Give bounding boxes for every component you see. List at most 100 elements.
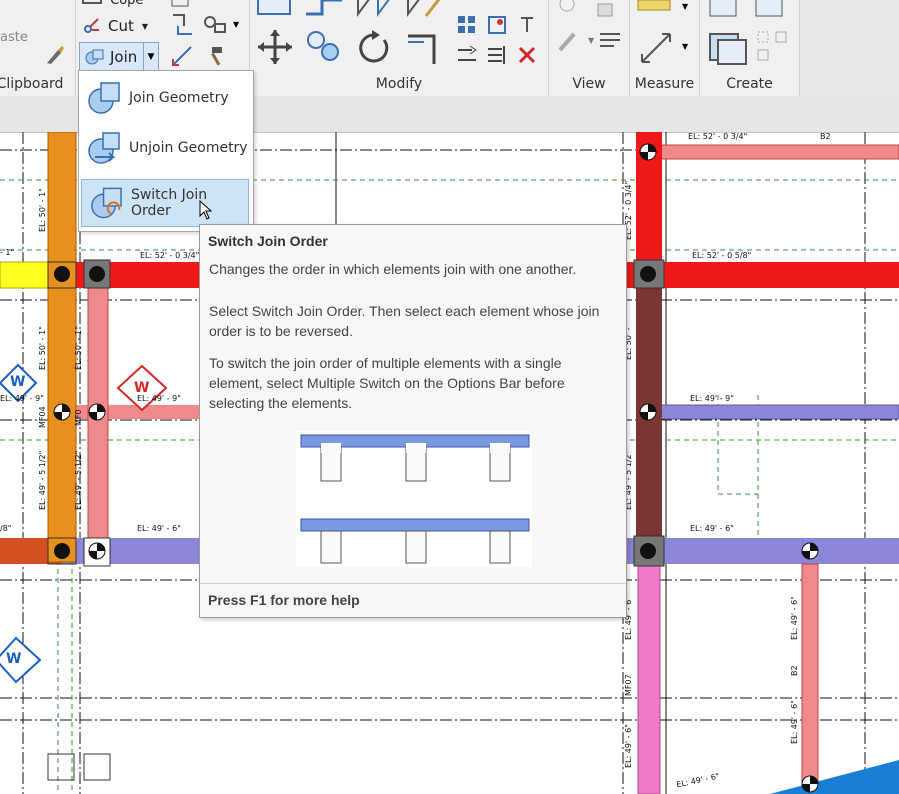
unjoin-geometry-icon: [88, 132, 120, 164]
split-element-icon[interactable]: [456, 14, 478, 36]
elevation-label: - 1": [0, 248, 15, 257]
mirror-pick-axis-icon[interactable]: [354, 0, 394, 20]
join-dropdown-arrow[interactable]: ▼: [143, 43, 158, 71]
join-geometry-icon: [85, 49, 104, 65]
vertical-elevation-label: EL: 49' - 5 1/2": [74, 450, 83, 510]
vertical-elevation-label: EL: 49' - 6": [790, 700, 799, 744]
beam-purple-right: [649, 404, 899, 420]
elevation-label: EL: 49' - 9": [0, 394, 44, 403]
lightbulb-icon[interactable]: [556, 0, 578, 18]
cope-button[interactable]: Cope: [82, 0, 152, 8]
beam-purple-bottom-right: [626, 538, 899, 564]
vertical-mark-label: MF04: [38, 406, 47, 428]
panel-label-measure: Measure: [634, 76, 695, 92]
beam-pink-left: [62, 405, 202, 419]
chevron-down-icon: ▼: [588, 36, 595, 45]
join-dropdown-menu: Join Geometry Unjoin Geometry Switch Joi…: [78, 70, 254, 232]
vertical-mark-label: MF07: [624, 674, 633, 696]
paste-button[interactable]: aste: [0, 30, 30, 52]
array-icon[interactable]: [486, 14, 508, 36]
elevation-label: EL: 49' - 9": [690, 394, 734, 403]
trim-extend-multiple-icon[interactable]: [486, 44, 508, 66]
wall-tag-label: W: [134, 380, 150, 396]
panel-label-create: Create: [726, 76, 773, 92]
beam-red-top: [649, 144, 899, 160]
vertical-elevation-label: EL: 50' - 1": [38, 326, 47, 370]
brush-icon[interactable]: [556, 28, 582, 54]
tooltip-help-hint: Press F1 for more help: [208, 592, 360, 608]
split-face-icon[interactable]: [170, 0, 192, 10]
vertical-mark-label: B2: [790, 665, 799, 676]
column-pink-right: [801, 563, 819, 785]
beam-red-mid-right: [626, 262, 899, 288]
pin-icon[interactable]: [516, 14, 538, 36]
panel-label-view: View: [572, 76, 606, 92]
elevation-label: EL: 52' - 0 5/8": [692, 251, 752, 260]
hide-element-icon[interactable]: [594, 0, 620, 20]
chevron-down-icon: ▼: [233, 20, 240, 29]
paint-icon[interactable]: [44, 44, 66, 66]
create-parts-icon[interactable]: [752, 0, 788, 20]
menu-item-switch-join-order[interactable]: Switch Join Order: [81, 179, 249, 227]
column-magenta: [637, 563, 661, 794]
elevation-label: /8": [0, 524, 12, 533]
align-icon[interactable]: [256, 0, 294, 18]
chevron-down-icon: ▼: [141, 21, 149, 31]
copy-icon[interactable]: [304, 28, 344, 66]
create-assembly-icon[interactable]: [706, 0, 742, 20]
tooltip-instructions: Select Switch Join Order. Then select ea…: [209, 303, 600, 339]
beam-tag: B2: [820, 132, 831, 141]
menu-item-label: Join Geometry: [129, 90, 229, 106]
tooltip-description: Changes the order in which elements join…: [209, 261, 577, 277]
wall-tag-label: W: [6, 651, 22, 667]
beam-purple-bottom: [62, 538, 202, 564]
offset-icon[interactable]: [304, 0, 344, 18]
align-dimension-icon[interactable]: [170, 44, 194, 68]
hammer-icon[interactable]: [202, 44, 226, 68]
aligned-dimension-icon[interactable]: [636, 28, 676, 68]
elevation-label: EL: 52' - 0 3/4": [140, 251, 200, 260]
beam-blue-diagonal: [770, 760, 899, 794]
menu-item-join-geometry[interactable]: Join Geometry: [79, 75, 251, 121]
join-geometry-icon: [88, 82, 120, 114]
join-label: Join: [110, 48, 138, 66]
panel-label-clipboard: Clipboard: [0, 76, 64, 92]
vertical-elevation-label: EL: 50' - 1": [38, 188, 47, 232]
wall-tag-label: W: [10, 374, 26, 390]
join-order-illustration: [296, 431, 532, 567]
trim-extend-corner-icon[interactable]: [404, 28, 444, 68]
switch-join-order-tooltip: Switch Join Order Changes the order in w…: [199, 224, 627, 618]
vertical-elevation-label: EL: 49' - 5 1/2": [38, 450, 47, 510]
vertical-elevation-label: EL: 50' - 1": [74, 326, 83, 370]
cut-button[interactable]: Cut ▼: [82, 15, 152, 37]
tooltip-title: Switch Join Order: [208, 233, 328, 249]
tooltip-footer: Press F1 for more help: [200, 583, 626, 618]
linework-icon[interactable]: [598, 30, 622, 50]
cope-beam-icon[interactable]: [202, 12, 228, 38]
delete-icon[interactable]: [516, 44, 538, 66]
measure-between-icon[interactable]: [636, 0, 672, 14]
cope-label: Cope: [110, 0, 144, 8]
join-button[interactable]: Join ▼: [79, 42, 159, 72]
column-orange: [47, 132, 77, 563]
create-group-icon[interactable]: [706, 28, 750, 68]
rotate-icon[interactable]: [354, 28, 394, 68]
menu-item-label: Unjoin Geometry: [129, 140, 248, 156]
panel-label-modify: Modify: [375, 76, 423, 92]
menu-item-label: Switch Join Order: [130, 187, 208, 219]
move-icon[interactable]: [256, 28, 294, 66]
mirror-draw-axis-icon[interactable]: [404, 0, 444, 20]
tooltip-multiple-switch-note: To switch the join order of multiple ele…: [209, 355, 565, 411]
elevation-label: EL: 52' - 0 3/4": [688, 132, 748, 141]
cope-icon: [82, 0, 102, 4]
chevron-down-icon: ▼: [682, 42, 689, 51]
cut-icon: [84, 18, 99, 33]
elevation-label: EL: 49' - 6": [690, 524, 734, 533]
vertical-elevation-label: EL: 49' - 6": [624, 724, 633, 768]
elevation-label: EL: 49' - 6": [137, 524, 181, 533]
beam-red-mid: [62, 262, 202, 288]
wall-joins-icon[interactable]: [170, 12, 196, 38]
trim-extend-single-icon[interactable]: [456, 44, 478, 66]
create-similar-icon[interactable]: [754, 28, 794, 68]
menu-item-unjoin-geometry[interactable]: Unjoin Geometry: [79, 125, 251, 171]
